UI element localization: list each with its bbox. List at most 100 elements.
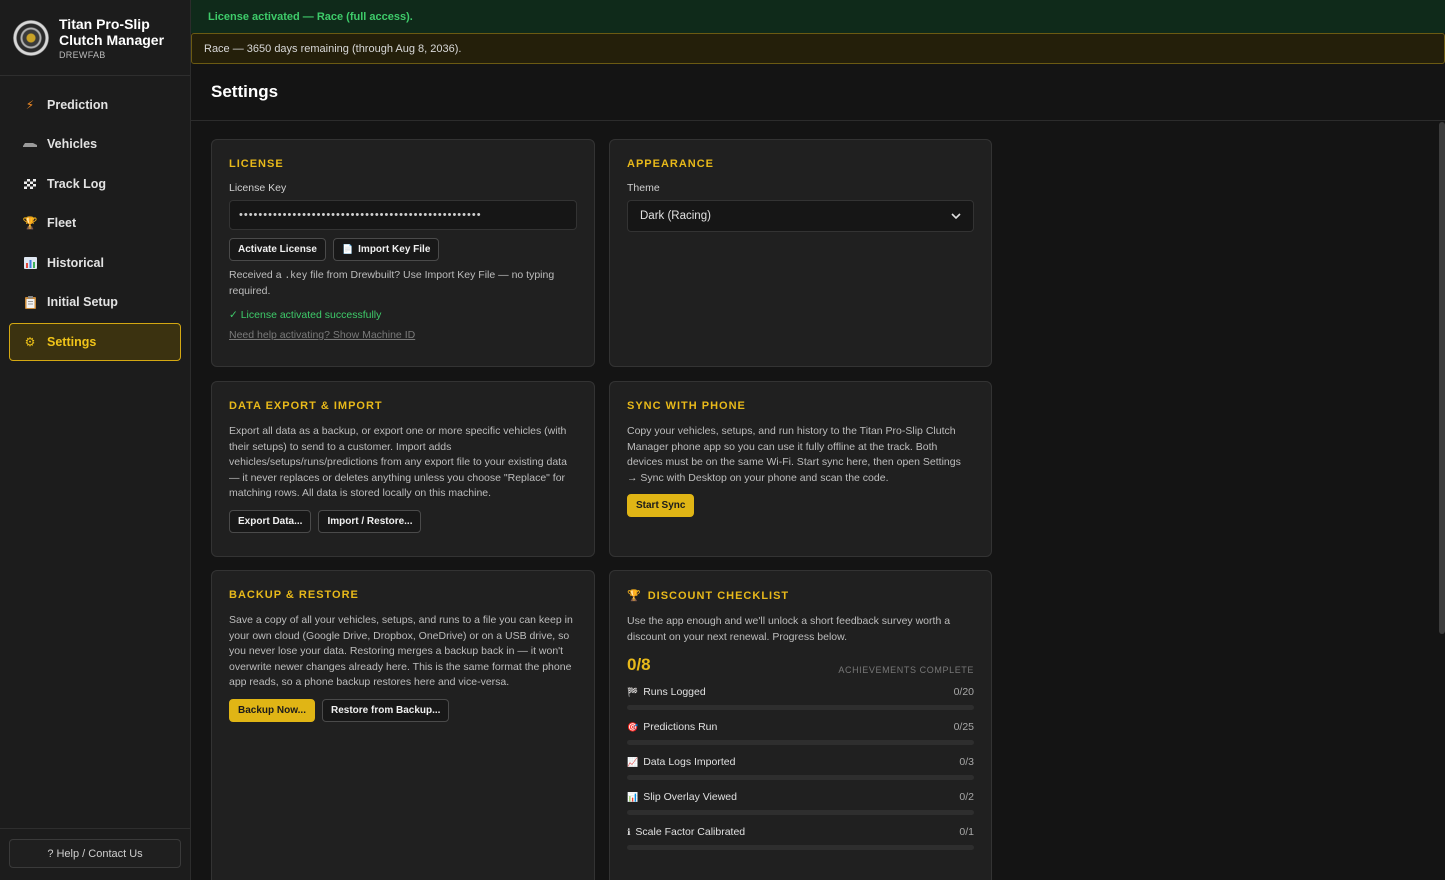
achievement-item: 📊 Slip Overlay Viewed 0/2 <box>627 791 974 815</box>
achievement-label: Scale Factor Calibrated <box>635 826 746 838</box>
show-machine-id-link[interactable]: Need help activating? Show Machine ID <box>229 329 577 341</box>
car-icon <box>22 140 38 148</box>
sync-phone-card: SYNC WITH PHONE Copy your vehicles, setu… <box>609 381 992 557</box>
export-data-button[interactable]: Export Data... <box>229 509 312 533</box>
checkered-flag-icon: 🏁 <box>627 687 639 697</box>
sidebar-item-label: Settings <box>47 334 97 349</box>
app-subtitle: DREWFAB <box>59 49 106 60</box>
help-contact-button[interactable]: ? Help / Contact Us <box>9 839 181 868</box>
license-success-banner: License activated — Race (full access). <box>191 0 1445 33</box>
achievement-progress-bar <box>627 740 974 745</box>
achievement-count: 0/2 <box>959 791 974 803</box>
sync-description: Copy your vehicles, setups, and run hist… <box>627 425 961 484</box>
sidebar-item-initial-setup[interactable]: Initial Setup <box>9 283 181 321</box>
page-header: Settings <box>191 64 1445 121</box>
achievement-item: 🏁 Runs Logged 0/20 <box>627 686 974 710</box>
gear-icon: ⚙ <box>24 334 36 349</box>
sidebar-nav: ⚡ Prediction Vehicles Track Log 🏆 Fleet … <box>0 76 190 361</box>
lightning-icon: ⚡ <box>25 97 35 112</box>
data-export-card: DATA EXPORT & IMPORT Export all data as … <box>211 381 595 557</box>
line-chart-icon: 📈 <box>627 757 639 767</box>
achievement-item: 📈 Data Logs Imported 0/3 <box>627 756 974 780</box>
achievement-progress-bar <box>627 775 974 780</box>
target-icon: 🎯 <box>627 722 639 732</box>
sidebar-item-label: Initial Setup <box>47 295 118 309</box>
license-status-message: ✓ License activated successfully <box>229 309 382 321</box>
restore-from-backup-button[interactable]: Restore from Backup... <box>321 698 450 722</box>
achievement-progress-bar <box>627 810 974 815</box>
clipboard-icon <box>22 295 38 309</box>
button-label: Import Key File <box>358 244 431 255</box>
app-title: Titan Pro-Slip Clutch Manager <box>59 15 165 48</box>
brand: Titan Pro-Slip Clutch Manager DREWFAB <box>0 0 190 76</box>
card-title: APPEARANCE <box>627 158 715 170</box>
sidebar-item-label: Fleet <box>47 216 77 230</box>
scrollbar[interactable] <box>1439 122 1445 634</box>
main-content: License activated — Race (full access). … <box>191 0 1445 880</box>
sidebar-item-historical[interactable]: Historical <box>9 244 181 282</box>
sidebar-item-label: Prediction <box>47 97 109 112</box>
achievement-label: Predictions Run <box>643 721 718 733</box>
backup-now-button[interactable]: Backup Now... <box>229 698 315 722</box>
license-key-input[interactable]: ••••••••••••••••••••••••••••••••••••••••… <box>229 200 577 230</box>
backup-restore-card: BACKUP & RESTORE Save a copy of all your… <box>211 570 595 880</box>
license-remaining-banner: Race — 3650 days remaining (through Aug … <box>191 33 1445 64</box>
discount-checklist-card: 🏆 DISCOUNT CHECKLIST Use the app enough a… <box>609 570 992 880</box>
page-title: Settings <box>211 82 279 101</box>
clutch-logo <box>13 19 49 56</box>
license-key-label: License Key <box>229 182 287 194</box>
achievement-label: Data Logs Imported <box>643 756 736 768</box>
card-title: BACKUP & RESTORE <box>229 589 359 601</box>
license-card: LICENSE License Key ••••••••••••••••••••… <box>211 139 595 367</box>
sidebar-item-prediction[interactable]: ⚡ Prediction <box>9 86 181 124</box>
card-title: SYNC WITH PHONE <box>627 400 746 412</box>
bar-chart-icon: 📊 <box>627 792 639 802</box>
sidebar-footer: ? Help / Contact Us <box>0 828 190 880</box>
import-restore-button[interactable]: Import / Restore... <box>318 509 422 533</box>
data-export-description: Export all data as a backup, or export o… <box>229 425 567 499</box>
sidebar-item-vehicles[interactable]: Vehicles <box>9 125 181 163</box>
sidebar-item-label: Historical <box>47 255 104 270</box>
sidebar-item-fleet[interactable]: 🏆 Fleet <box>9 204 181 242</box>
achievement-label: Slip Overlay Viewed <box>643 791 737 803</box>
achievement-label: Runs Logged <box>643 686 706 698</box>
achievement-progress-bar <box>627 705 974 710</box>
achievement-count: 0/20 <box>953 686 974 698</box>
checkered-flag-icon <box>22 178 38 189</box>
activate-license-button[interactable]: Activate License <box>229 238 326 261</box>
sidebar-item-settings[interactable]: ⚙ Settings <box>9 322 181 361</box>
chevron-down-icon <box>951 210 961 222</box>
discount-description: Use the app enough and we'll unlock a sh… <box>627 615 951 643</box>
sidebar-item-label: Vehicles <box>47 137 98 151</box>
trophy-icon: 🏆 <box>627 590 642 602</box>
appearance-card: APPEARANCE Theme Dark (Racing) <box>609 139 992 367</box>
card-title-text: DISCOUNT CHECKLIST <box>647 590 790 602</box>
card-title: LICENSE <box>229 158 284 170</box>
key-extension-code: .key <box>284 270 308 281</box>
achievement-score-caption: ACHIEVEMENTS COMPLETE <box>838 665 974 675</box>
trophy-icon: 🏆 <box>22 216 38 230</box>
theme-select[interactable]: Dark (Racing) <box>627 200 974 232</box>
backup-description: Save a copy of all your vehicles, setups… <box>229 614 573 688</box>
import-key-file-button[interactable]: 📄 Import Key File <box>332 238 440 261</box>
sidebar-item-track-log[interactable]: Track Log <box>9 165 181 203</box>
achievement-item: ℹ Scale Factor Calibrated 0/1 <box>627 826 974 850</box>
card-title: DATA EXPORT & IMPORT <box>229 400 383 412</box>
theme-label: Theme <box>627 182 660 194</box>
achievement-count: 0/1 <box>959 826 974 838</box>
bar-chart-icon <box>22 256 38 269</box>
theme-value: Dark (Racing) <box>640 210 711 222</box>
achievement-progress-bar <box>627 845 974 850</box>
sidebar: Titan Pro-Slip Clutch Manager DREWFAB ⚡ … <box>0 0 191 880</box>
license-help-text: Received a .key file from Drewbuilt? Use… <box>229 268 577 299</box>
achievement-count: 0/3 <box>959 756 974 768</box>
achievement-item: 🎯 Predictions Run 0/25 <box>627 721 974 745</box>
achievement-count: 0/25 <box>953 721 974 733</box>
sidebar-item-label: Track Log <box>47 176 107 191</box>
achievement-score: 0/8 <box>627 655 651 674</box>
info-icon: ℹ <box>627 827 631 837</box>
card-title: 🏆 DISCOUNT CHECKLIST <box>627 589 974 602</box>
start-sync-button[interactable]: Start Sync <box>627 494 695 517</box>
document-icon: 📄 <box>341 244 354 254</box>
text-part: Received a <box>229 269 285 281</box>
